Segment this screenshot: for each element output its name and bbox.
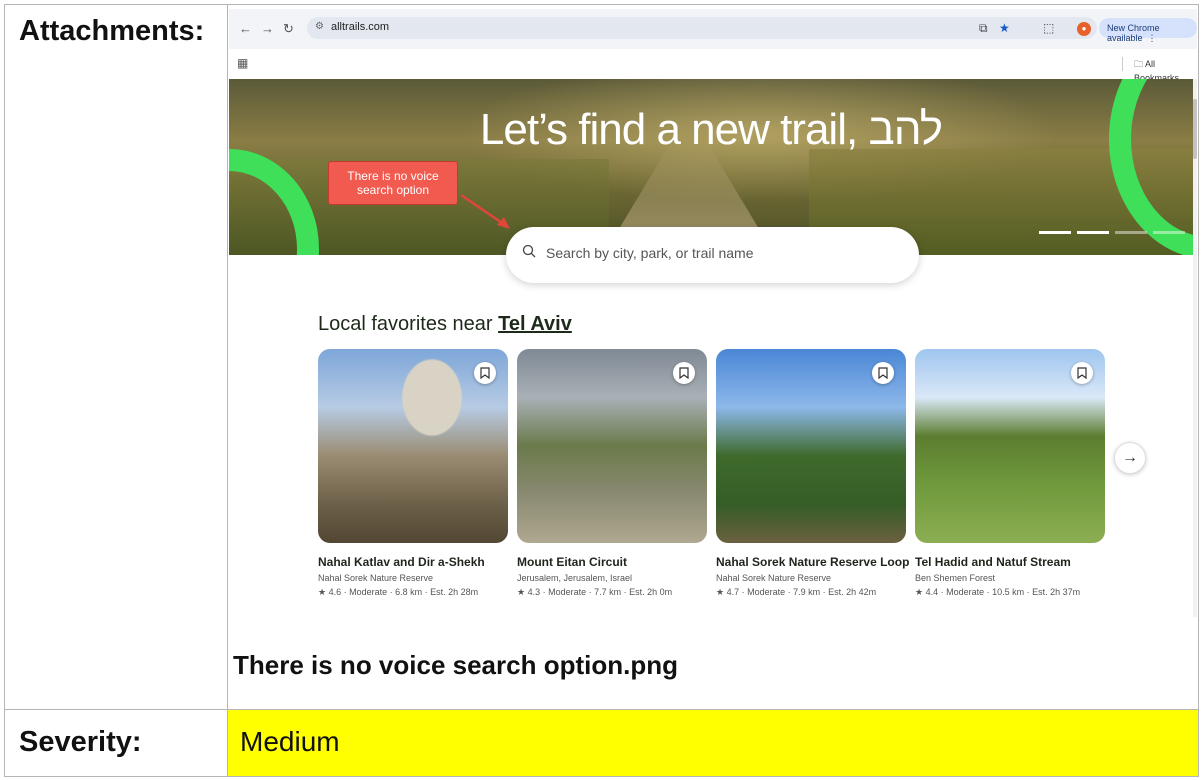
severity-value: Medium [240,726,340,757]
search-icon [522,244,536,258]
back-arrow-icon[interactable]: ← [239,21,252,36]
carousel-indicator[interactable] [1039,231,1071,234]
folder-icon: 🗀 [1134,59,1144,69]
trail-title[interactable]: Nahal Katlav and Dir a-Shekh [318,555,508,569]
scrollbar-thumb[interactable] [1193,99,1197,159]
carousel-indicator[interactable] [1153,231,1185,234]
trail-card[interactable]: Mount Eitan Circuit Jerusalem, Jerusalem… [517,349,707,598]
attachments-cell: ← → ↻ ⚙ alltrails.com ⧉ ★ ⬚ ● New Chrome… [227,4,1199,710]
url-text: alltrails.com [331,21,390,33]
trail-photo[interactable] [318,349,508,543]
annotation-callout: There is no voice search option [328,161,458,205]
trail-stats: 4.3 · Moderate · 7.7 km · Est. 2h 0m [527,587,673,597]
carousel-indicator[interactable] [1077,231,1109,234]
trail-card[interactable]: Nahal Katlav and Dir a-Shekh Nahal Sorek… [318,349,508,598]
bookmarks-bar: ▦ 🗀 All Bookmarks [229,49,1197,83]
profile-avatar-icon[interactable]: ● [1077,22,1091,36]
trail-photo[interactable] [716,349,906,543]
carousel-next-button[interactable]: → [1114,442,1146,474]
attachments-label: Attachments: [19,15,205,47]
severity-label-cell: Severity: [4,709,228,777]
trail-location: Nahal Sorek Nature Reserve [318,573,434,583]
browser-screenshot: ← → ↻ ⚙ alltrails.com ⧉ ★ ⬚ ● New Chrome… [229,9,1197,617]
trail-location: Jerusalem, Jerusalem, Israel [517,573,633,583]
trail-card[interactable]: Nahal Sorek Nature Reserve Loop Nahal So… [716,349,909,598]
bug-report-table: Attachments: ← → ↻ ⚙ alltrails.com ⧉ ★ ⬚… [0,0,1203,780]
browser-toolbar: ← → ↻ ⚙ alltrails.com ⧉ ★ ⬚ ● New Chrome… [229,9,1197,49]
save-trail-button[interactable] [1071,362,1093,384]
section-prefix: Local favorites near [318,313,499,335]
rating-star-icon: ★ [716,587,727,597]
trail-location: Ben Shemen Forest [915,573,996,583]
trail-photo[interactable] [915,349,1105,543]
arrow-right-icon: → [1122,449,1138,466]
reload-icon[interactable]: ↻ [283,21,294,37]
save-trail-button[interactable] [872,362,894,384]
forward-arrow-icon[interactable]: → [261,21,274,36]
extensions-icon[interactable]: ⬚ [1043,21,1054,35]
local-favorites-heading: Local favorites near Tel Aviv [318,313,572,336]
trail-location: Nahal Sorek Nature Reserve [716,573,832,583]
bookmarks-divider [1122,57,1123,71]
severity-value-cell: Medium [227,709,1199,777]
attachments-label-cell: Attachments: [4,4,228,710]
location-link[interactable]: Tel Aviv [498,313,572,335]
trail-stats: 4.4 · Moderate · 10.5 km · Est. 2h 37m [925,587,1081,597]
trail-title[interactable]: Tel Hadid and Natuf Stream [915,555,1105,569]
hero-title: Let’s find a new trail, להב [479,105,943,154]
rating-star-icon: ★ [517,587,528,597]
rating-star-icon: ★ [318,587,329,597]
bookmark-icon [679,367,689,379]
apps-grid-icon[interactable]: ▦ [237,56,248,70]
kebab-menu-icon[interactable]: ⋮ [1145,33,1157,43]
trail-stats: 4.6 · Moderate · 6.8 km · Est. 2h 28m [328,587,479,597]
rating-star-icon: ★ [915,587,926,597]
trail-photo[interactable] [517,349,707,543]
trail-meta: ★ 4.3 · Moderate · 7.7 km · Est. 2h 0m [517,587,707,598]
trail-meta: ★ 4.4 · Moderate · 10.5 km · Est. 2h 37m [915,587,1105,598]
search-input[interactable] [546,245,886,261]
severity-label: Severity: [19,726,142,758]
install-app-icon[interactable]: ⧉ [979,21,988,36]
bookmark-icon [480,367,490,379]
trail-card[interactable]: Tel Hadid and Natuf Stream Ben Shemen Fo… [915,349,1105,598]
trail-search-box[interactable] [506,227,919,283]
bookmark-icon [1077,367,1087,379]
save-trail-button[interactable] [474,362,496,384]
hero-carousel-indicators [1039,231,1189,234]
page-scrollbar[interactable] [1193,79,1197,617]
save-trail-button[interactable] [673,362,695,384]
site-settings-icon[interactable]: ⚙ [315,21,324,32]
carousel-indicator[interactable] [1115,231,1147,234]
trail-meta: ★ 4.7 · Moderate · 7.9 km · Est. 2h 42m [716,587,906,598]
bookmark-star-icon[interactable]: ★ [999,21,1010,35]
new-chrome-available-button[interactable]: New Chrome available ⋮ [1099,18,1197,43]
trail-title[interactable]: Nahal Sorek Nature Reserve Loop [716,555,909,569]
trail-stats: 4.7 · Moderate · 7.9 km · Est. 2h 42m [726,587,877,597]
bookmark-icon [878,367,888,379]
trail-meta: ★ 4.6 · Moderate · 6.8 km · Est. 2h 28m [318,587,508,598]
trail-title[interactable]: Mount Eitan Circuit [517,555,707,569]
attachment-caption: There is no voice search option.png [233,650,678,680]
